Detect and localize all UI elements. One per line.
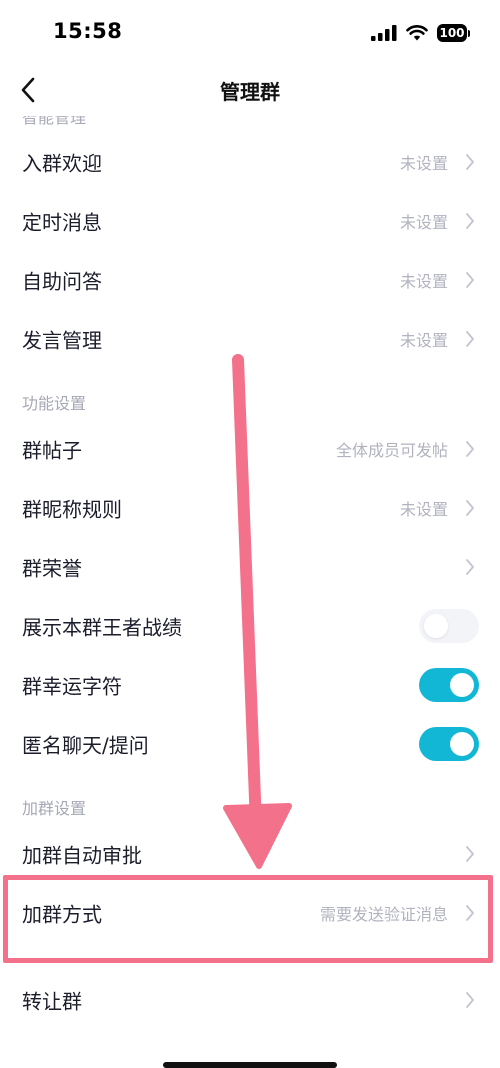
- row-label: 群昵称规则: [22, 497, 122, 521]
- chevron-right-icon: [466, 440, 474, 457]
- chevron-right-icon: [466, 212, 474, 229]
- row-label: 展示本群王者战绩: [22, 615, 182, 639]
- row-lucky-character: 群幸运字符: [0, 655, 500, 714]
- chevron-right-icon: [466, 845, 474, 862]
- chevron-right-icon: [466, 330, 474, 347]
- nav-bar-overlay: 管理群: [0, 64, 500, 116]
- row-label: 定时消息: [22, 210, 102, 234]
- page-title-overlay: 管理群: [220, 80, 280, 104]
- row-speech-management[interactable]: 发言管理 未设置: [0, 309, 500, 368]
- toggle-switch-on[interactable]: [419, 667, 479, 702]
- toggle-knob: [424, 613, 448, 638]
- chevron-right-icon: [466, 271, 474, 288]
- row-label: 群荣誉: [22, 556, 82, 580]
- status-icons: 100: [371, 22, 470, 44]
- row-scheduled-message[interactable]: 定时消息 未设置: [0, 191, 500, 250]
- row-label: 群帖子: [22, 438, 82, 462]
- row-label: 入群欢迎: [22, 151, 102, 175]
- chevron-right-icon: [466, 499, 474, 516]
- row-value: 未设置: [399, 271, 448, 291]
- section-header-features: 功能设置: [22, 394, 87, 413]
- row-label: 群幸运字符: [22, 674, 122, 698]
- toggle-switch-off[interactable]: [419, 608, 479, 643]
- row-join-welcome[interactable]: 入群欢迎 未设置: [0, 132, 500, 191]
- row-group-honor[interactable]: 群荣誉: [0, 537, 500, 596]
- row-value: 全体成员可发帖: [335, 440, 448, 460]
- chevron-right-icon: [466, 991, 474, 1008]
- row-value: 未设置: [399, 330, 448, 350]
- row-label: 发言管理: [22, 328, 102, 352]
- toggle-knob: [450, 731, 474, 756]
- toggle-knob: [450, 672, 474, 697]
- cellular-signal-icon: [371, 25, 397, 41]
- chevron-right-icon: [466, 558, 474, 575]
- annotation-highlight-box: [3, 875, 493, 963]
- row-value: 未设置: [399, 153, 448, 173]
- row-value: 未设置: [399, 212, 448, 232]
- row-anonymous-chat: 匿名聊天/提问: [0, 714, 500, 773]
- row-nickname-rules[interactable]: 群昵称规则 未设置: [0, 478, 500, 537]
- status-time: 15:58: [53, 19, 123, 43]
- row-show-game-record: 展示本群王者战绩: [0, 596, 500, 655]
- row-value: 未设置: [399, 499, 448, 519]
- battery-icon: 100: [437, 24, 470, 42]
- battery-level: 100: [437, 24, 467, 42]
- row-group-posts[interactable]: 群帖子 全体成员可发帖: [0, 419, 500, 478]
- row-label: 匿名聊天/提问: [22, 733, 149, 757]
- row-label: 自助问答: [22, 269, 102, 293]
- row-self-qa[interactable]: 自助问答 未设置: [0, 250, 500, 309]
- wifi-icon: [406, 25, 428, 41]
- chevron-right-icon: [466, 153, 474, 170]
- row-label: 转让群: [22, 989, 82, 1013]
- row-transfer-group[interactable]: 转让群: [0, 970, 500, 1029]
- status-bar: 15:58 100: [0, 0, 500, 64]
- home-indicator: [163, 1062, 337, 1068]
- section-header-join-settings: 加群设置: [22, 799, 87, 818]
- row-label: 加群自动审批: [22, 843, 142, 867]
- toggle-switch-on[interactable]: [419, 726, 479, 761]
